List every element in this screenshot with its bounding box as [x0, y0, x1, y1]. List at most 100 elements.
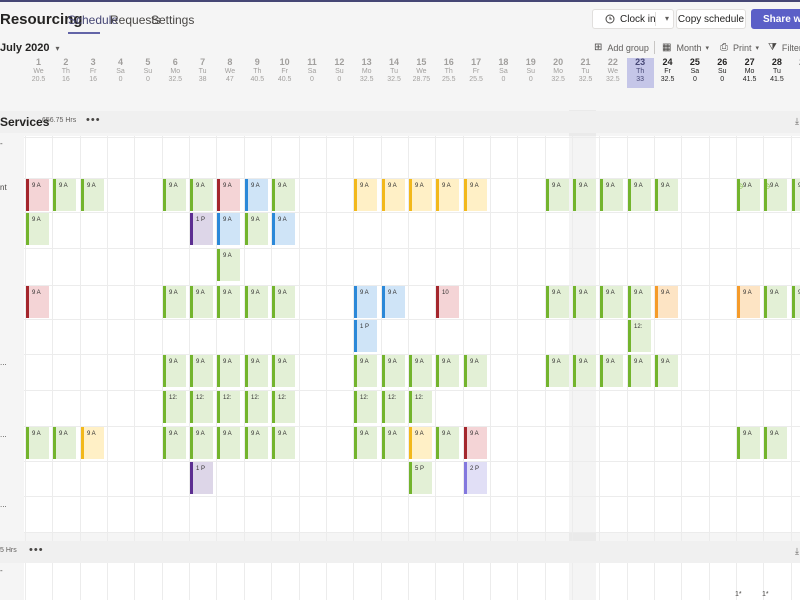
- shift-block[interactable]: 9 A: [190, 427, 213, 459]
- shift-block[interactable]: 9 A: [573, 286, 596, 318]
- shift-block[interactable]: 9 A: [217, 355, 240, 387]
- shift-block[interactable]: 12:: [382, 391, 405, 423]
- day-header-25[interactable]: 25 Sa 0: [681, 57, 708, 88]
- day-header-22[interactable]: 22 We 32.5: [599, 57, 626, 88]
- shift-block[interactable]: 9 A: [354, 355, 377, 387]
- shift-block[interactable]: 12:: [217, 391, 240, 423]
- shift-block[interactable]: 9 A: [81, 427, 104, 459]
- shift-block[interactable]: 9 A: [245, 427, 268, 459]
- shift-block[interactable]: 9 A: [217, 427, 240, 459]
- shift-block[interactable]: 9 A: [628, 286, 651, 318]
- day-header-14[interactable]: 14 Tu 32.5: [381, 57, 408, 88]
- day-header-24[interactable]: 24 Fr 32.5: [654, 57, 681, 88]
- shift-block[interactable]: 9 A: [245, 355, 268, 387]
- shift-block[interactable]: 9 A: [163, 179, 186, 211]
- more-options-icon[interactable]: •••: [86, 114, 101, 126]
- shift-block[interactable]: 9 A: [81, 179, 104, 211]
- shift-block[interactable]: 9 A: [382, 179, 405, 211]
- day-header-3[interactable]: 3 Fr 16: [80, 57, 107, 88]
- day-header-23[interactable]: 23 Th 33: [626, 57, 654, 88]
- shift-block[interactable]: 9 A: [190, 286, 213, 318]
- shift-block[interactable]: 9 A: [573, 179, 596, 211]
- day-header-12[interactable]: 12 Su 0: [326, 57, 353, 88]
- shift-block[interactable]: 9 A: [764, 286, 787, 318]
- shift-block[interactable]: 9 A: [53, 427, 76, 459]
- shift-block[interactable]: 1 P: [190, 213, 213, 245]
- shift-block[interactable]: 9 A: [655, 179, 678, 211]
- shift-block[interactable]: 9 A: [382, 286, 405, 318]
- day-header-28[interactable]: 28 Tu 41.5: [763, 57, 790, 88]
- day-header-11[interactable]: 11 Sa 0: [299, 57, 326, 88]
- shift-block[interactable]: 9 A: [26, 427, 49, 459]
- clock-in-button[interactable]: Clock in ▾: [592, 9, 674, 29]
- day-header-2[interactable]: 2 Th 16: [52, 57, 79, 88]
- day-header-19[interactable]: 19 Su 0: [517, 57, 544, 88]
- shift-block[interactable]: 9 A: [272, 213, 295, 245]
- day-header-7[interactable]: 7 Tu 38: [189, 57, 216, 88]
- day-header-21[interactable]: 21 Tu 32.5: [572, 57, 599, 88]
- shift-block[interactable]: 12:: [163, 391, 186, 423]
- shift-block[interactable]: 9 A: [409, 355, 432, 387]
- shift-block[interactable]: 12:: [272, 391, 295, 423]
- shift-block[interactable]: 10: [436, 286, 459, 318]
- chevron-down-icon[interactable]: ▾: [665, 14, 669, 23]
- shift-block[interactable]: 9 A: [436, 179, 459, 211]
- shift-block[interactable]: 12:: [409, 391, 432, 423]
- shift-block[interactable]: 9 A: [163, 427, 186, 459]
- print-button[interactable]: ⎙ Print ▾: [720, 42, 759, 53]
- shift-block[interactable]: 9 A: [436, 355, 459, 387]
- shift-block[interactable]: 9 A: [272, 355, 295, 387]
- shift-block[interactable]: 9 A: [382, 427, 405, 459]
- day-header-13[interactable]: 13 Mo 32.5: [353, 57, 380, 88]
- shift-block[interactable]: 9 A: [245, 213, 268, 245]
- shift-block[interactable]: 9 A: [354, 286, 377, 318]
- day-header-10[interactable]: 10 Fr 40.5: [271, 57, 298, 88]
- shift-block[interactable]: 9 A: [272, 427, 295, 459]
- date-picker[interactable]: July 2020 ▾: [0, 42, 60, 54]
- expand-icon[interactable]: ⤓: [795, 546, 799, 557]
- day-header-20[interactable]: 20 Mo 32.5: [545, 57, 572, 88]
- shift-block[interactable]: 9 A: [272, 179, 295, 211]
- shift-block[interactable]: 9 A: [409, 427, 432, 459]
- day-header-15[interactable]: 15 We 28.75: [408, 57, 435, 88]
- day-header-17[interactable]: 17 Fr 25.5: [463, 57, 490, 88]
- shift-block[interactable]: 9 A: [737, 286, 760, 318]
- copy-schedule-button[interactable]: Copy schedule: [676, 9, 746, 29]
- shift-block[interactable]: 12:: [190, 391, 213, 423]
- shift-block[interactable]: 1 P: [354, 320, 377, 352]
- shift-block[interactable]: 9 A: [464, 179, 487, 211]
- shift-block[interactable]: 9 A: [190, 355, 213, 387]
- shift-block[interactable]: 9 A: [26, 179, 49, 211]
- shift-block[interactable]: 9 A: [655, 286, 678, 318]
- shift-block[interactable]: 12:: [354, 391, 377, 423]
- shift-block[interactable]: 9 A: [655, 355, 678, 387]
- shift-block[interactable]: 9: [792, 179, 800, 211]
- shift-block[interactable]: 9 A: [163, 286, 186, 318]
- shift-block[interactable]: 9: [792, 286, 800, 318]
- shift-block[interactable]: 9 A: [600, 179, 623, 211]
- shift-block[interactable]: 9 A: [464, 355, 487, 387]
- shift-block[interactable]: 9 A: [272, 286, 295, 318]
- shift-block[interactable]: 9 A: [190, 179, 213, 211]
- shift-block[interactable]: 5 P: [409, 462, 432, 494]
- filter-button[interactable]: ⧩ Filter: [768, 42, 800, 53]
- shift-block[interactable]: 9 A: [26, 213, 49, 245]
- more-options-icon[interactable]: •••: [29, 544, 44, 556]
- shift-block[interactable]: 9 A: [409, 179, 432, 211]
- day-header-9[interactable]: 9 Th 40.5: [244, 57, 271, 88]
- day-header-6[interactable]: 6 Mo 32.5: [162, 57, 189, 88]
- shift-block[interactable]: 12:: [245, 391, 268, 423]
- shift-block[interactable]: 12:: [628, 320, 651, 352]
- day-header-26[interactable]: 26 Su 0: [709, 57, 736, 88]
- shift-block[interactable]: 9 A: [737, 427, 760, 459]
- shift-block[interactable]: 9 A: [382, 355, 405, 387]
- day-header-18[interactable]: 18 Sa 0: [490, 57, 517, 88]
- shift-block[interactable]: 9 A: [600, 286, 623, 318]
- shift-block[interactable]: 9 A: [217, 213, 240, 245]
- shift-block[interactable]: 2 P: [464, 462, 487, 494]
- shift-block[interactable]: 9 A: [217, 179, 240, 211]
- day-header-27[interactable]: 27 Mo 41.5: [736, 57, 763, 88]
- view-selector[interactable]: ▦ Month ▾: [662, 42, 709, 53]
- add-group-button[interactable]: ⊞ Add group: [594, 42, 649, 53]
- shift-block[interactable]: 9 A: [217, 249, 240, 281]
